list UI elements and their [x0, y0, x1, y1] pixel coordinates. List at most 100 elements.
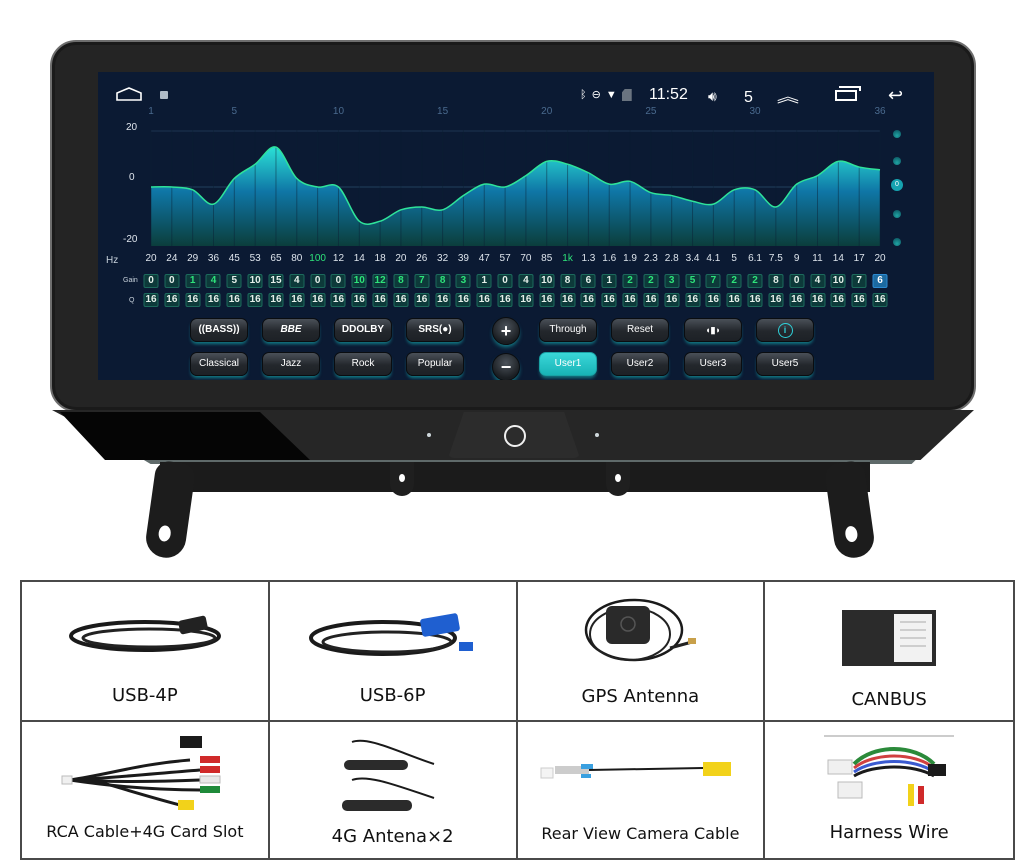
- gain-value-cell[interactable]: 1: [185, 274, 201, 288]
- gain-value-cell[interactable]: 2: [643, 274, 659, 288]
- user1-button[interactable]: User1: [539, 352, 597, 376]
- q-value-cell[interactable]: 16: [372, 293, 388, 307]
- q-value-cell[interactable]: 16: [164, 293, 180, 307]
- gain-value-cell[interactable]: 12: [372, 274, 388, 288]
- q-value-cell[interactable]: 16: [705, 293, 721, 307]
- volume-icon[interactable]: 🔊︎: [708, 88, 717, 105]
- q-value-cell[interactable]: 16: [768, 293, 784, 307]
- gain-value-cell[interactable]: 5: [685, 274, 701, 288]
- q-value-cell[interactable]: 16: [560, 293, 576, 307]
- srs-button[interactable]: SRS(●): [406, 318, 464, 342]
- physical-home-button[interactable]: [504, 425, 526, 447]
- q-value-cell[interactable]: 16: [455, 293, 471, 307]
- user2-button[interactable]: User2: [611, 352, 669, 376]
- user5-button[interactable]: User5: [756, 352, 814, 376]
- slider-step-dot[interactable]: [893, 238, 901, 246]
- preset-popular-button[interactable]: Popular: [406, 352, 464, 376]
- gain-value-cell[interactable]: 15: [268, 274, 284, 288]
- q-value-cell[interactable]: 16: [330, 293, 346, 307]
- q-value-cell[interactable]: 16: [830, 293, 846, 307]
- gain-value-cell[interactable]: 4: [289, 274, 305, 288]
- gain-value-cell[interactable]: 2: [622, 274, 638, 288]
- gain-value-cell[interactable]: 1: [601, 274, 617, 288]
- gain-value-cell[interactable]: 8: [435, 274, 451, 288]
- q-value-cell[interactable]: 16: [205, 293, 221, 307]
- q-value-cell[interactable]: 16: [247, 293, 263, 307]
- back-icon[interactable]: ↩: [888, 85, 903, 106]
- gain-value-cell[interactable]: 3: [664, 274, 680, 288]
- bbe-button[interactable]: BBE: [262, 318, 320, 342]
- gain-value-cell[interactable]: 0: [789, 274, 805, 288]
- q-value-cell[interactable]: 16: [601, 293, 617, 307]
- gain-value-cell[interactable]: 8: [768, 274, 784, 288]
- q-value-cell[interactable]: 16: [310, 293, 326, 307]
- q-value-cell[interactable]: 16: [289, 293, 305, 307]
- gain-value-cell[interactable]: 0: [330, 274, 346, 288]
- gain-value-cell[interactable]: 2: [726, 274, 742, 288]
- q-value-cell[interactable]: 16: [726, 293, 742, 307]
- gain-value-cell[interactable]: 7: [851, 274, 867, 288]
- gain-value-cell[interactable]: 4: [810, 274, 825, 288]
- q-value-cell[interactable]: 16: [393, 293, 409, 307]
- gain-value-cell[interactable]: 10: [539, 274, 555, 288]
- q-value-cell[interactable]: 16: [268, 293, 284, 307]
- preset-rock-button[interactable]: Rock: [334, 352, 392, 376]
- gain-value-cell[interactable]: 1: [476, 274, 492, 288]
- gain-increase-button[interactable]: +: [492, 317, 520, 345]
- q-value-cell[interactable]: 16: [810, 293, 825, 307]
- q-value-cell[interactable]: 16: [580, 293, 596, 307]
- bass-button[interactable]: ((BASS)): [190, 318, 248, 342]
- gain-value-cell[interactable]: 10: [830, 274, 846, 288]
- reset-button[interactable]: Reset: [611, 318, 669, 342]
- q-value-cell[interactable]: 16: [351, 293, 367, 307]
- gain-value-cell[interactable]: 5: [226, 274, 242, 288]
- q-value-cell[interactable]: 16: [643, 293, 659, 307]
- user3-button[interactable]: User3: [684, 352, 742, 376]
- q-value-cell[interactable]: 16: [476, 293, 492, 307]
- q-value-cell[interactable]: 16: [414, 293, 430, 307]
- gain-value-cell[interactable]: 7: [414, 274, 430, 288]
- gain-value-cell[interactable]: 4: [518, 274, 534, 288]
- gain-decrease-button[interactable]: −: [492, 353, 520, 380]
- gain-value-cell[interactable]: 10: [247, 274, 263, 288]
- q-value-cell[interactable]: 16: [497, 293, 513, 307]
- q-value-cell[interactable]: 16: [622, 293, 638, 307]
- speaker-balance-button[interactable]: ◖▮◗: [684, 318, 742, 342]
- gain-value-cell[interactable]: 2: [747, 274, 763, 288]
- gain-value-cell[interactable]: 4: [205, 274, 221, 288]
- q-value-cell[interactable]: 16: [851, 293, 867, 307]
- gain-value-cell[interactable]: 6: [580, 274, 596, 288]
- recent-apps-icon[interactable]: [835, 86, 861, 101]
- info-button[interactable]: i: [756, 318, 814, 342]
- gain-value-cell[interactable]: 0: [310, 274, 326, 288]
- gain-value-cell[interactable]: 10: [351, 274, 367, 288]
- gain-value-cell[interactable]: 6: [872, 274, 888, 288]
- preset-jazz-button[interactable]: Jazz: [262, 352, 320, 376]
- q-value-cell[interactable]: 16: [789, 293, 805, 307]
- gain-value-cell[interactable]: 0: [497, 274, 513, 288]
- q-value-cell[interactable]: 16: [664, 293, 680, 307]
- q-value-cell[interactable]: 16: [435, 293, 451, 307]
- q-value-cell[interactable]: 16: [747, 293, 763, 307]
- eq-curve-chart[interactable]: [150, 128, 884, 246]
- gain-value-cell[interactable]: 0: [143, 274, 159, 288]
- q-value-cell[interactable]: 16: [185, 293, 201, 307]
- gain-value-cell[interactable]: 8: [393, 274, 409, 288]
- q-value-cell[interactable]: 16: [872, 293, 888, 307]
- slider-step-dot[interactable]: [893, 157, 901, 165]
- gain-value-cell[interactable]: 3: [455, 274, 471, 288]
- q-value-cell[interactable]: 16: [518, 293, 534, 307]
- q-value-cell[interactable]: 16: [539, 293, 555, 307]
- dolby-button[interactable]: DDOLBY: [334, 318, 392, 342]
- q-value-cell[interactable]: 16: [143, 293, 159, 307]
- preset-classical-button[interactable]: Classical: [190, 352, 248, 376]
- q-value-cell[interactable]: 16: [226, 293, 242, 307]
- through-button[interactable]: Through: [539, 318, 597, 342]
- slider-step-dot[interactable]: [893, 210, 901, 218]
- expand-up-icon[interactable]: ︽: [777, 83, 799, 107]
- gain-value-cell[interactable]: 0: [164, 274, 180, 288]
- slider-thumb[interactable]: 0: [891, 179, 903, 191]
- slider-step-dot[interactable]: [893, 130, 901, 138]
- gain-value-cell[interactable]: 7: [705, 274, 721, 288]
- home-icon[interactable]: [116, 87, 142, 101]
